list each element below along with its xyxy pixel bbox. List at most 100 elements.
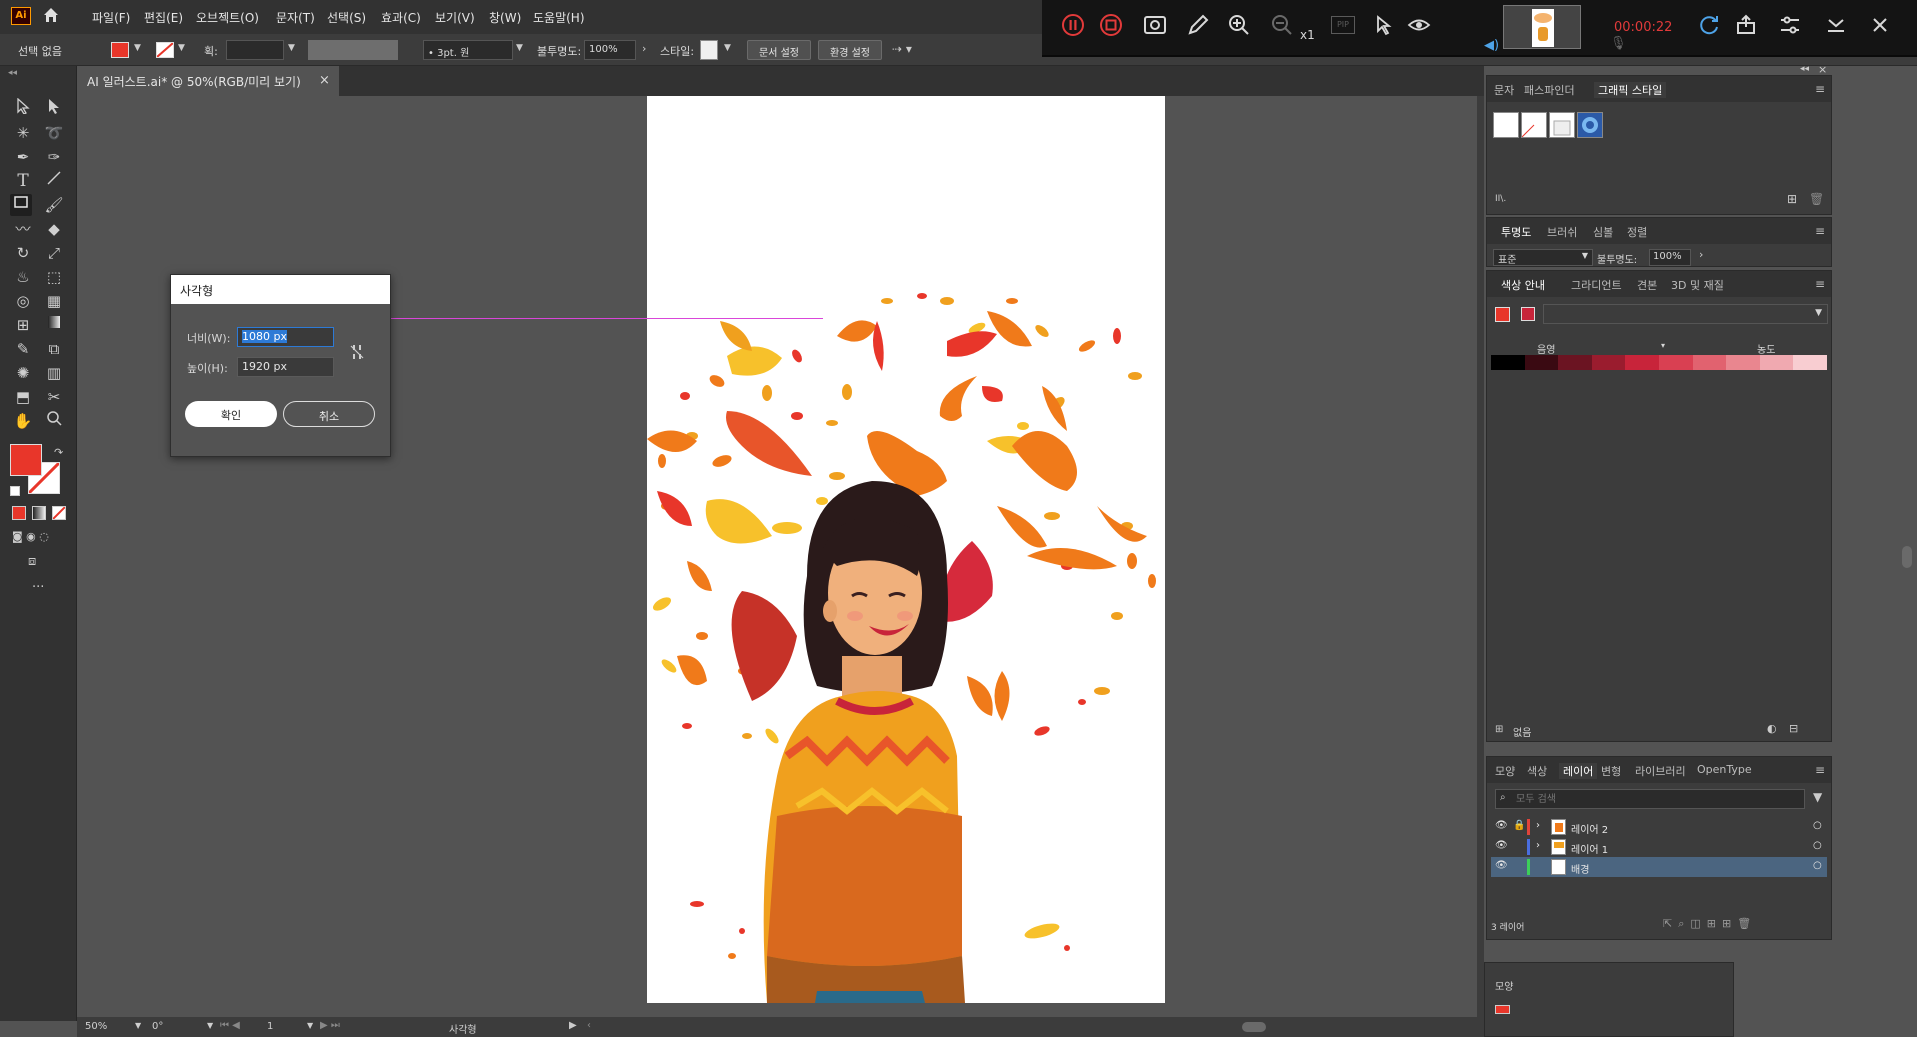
chevron-right-icon[interactable]: ›: [1699, 248, 1703, 261]
guide-swatch[interactable]: [1524, 355, 1559, 370]
collapse-icon[interactable]: [1823, 13, 1849, 39]
color-wheel-icon[interactable]: ◐: [1767, 722, 1777, 735]
tab-character[interactable]: 문자: [1494, 82, 1514, 98]
visibility-eye-icon[interactable]: 👁: [1495, 820, 1508, 831]
guide-swatch[interactable]: [1491, 355, 1525, 370]
stroke-weight-input[interactable]: [226, 40, 284, 60]
eye-effect-icon[interactable]: [1406, 13, 1432, 39]
menu-view[interactable]: 보기(V): [435, 9, 475, 26]
menu-select[interactable]: 선택(S): [327, 9, 366, 26]
lock-icon[interactable]: 🔒: [1513, 820, 1525, 831]
menu-edit[interactable]: 편집(E): [144, 9, 183, 26]
arrange-documents-icon[interactable]: ⇢ ▾: [892, 42, 912, 56]
layer-name[interactable]: 레이어 1: [1571, 841, 1608, 856]
filter-icon[interactable]: ▼: [1813, 790, 1822, 804]
collapse-toolbar-icon[interactable]: ◂◂: [8, 68, 17, 78]
warp-tool-icon[interactable]: ♨: [12, 266, 34, 288]
menu-window[interactable]: 창(W): [489, 9, 521, 26]
panel-menu-icon[interactable]: ≡: [1815, 224, 1825, 238]
none-mode-icon[interactable]: [52, 506, 66, 520]
visibility-eye-icon[interactable]: 👁: [1495, 860, 1508, 871]
fill-color-swatch[interactable]: [10, 444, 42, 476]
pencil-icon[interactable]: [1185, 13, 1211, 39]
column-graph-tool-icon[interactable]: ▥: [43, 362, 65, 384]
chevron-down-icon[interactable]: ▼: [135, 1021, 141, 1030]
tab-symbols[interactable]: 심볼: [1593, 224, 1613, 240]
guide-swatch[interactable]: [1658, 355, 1693, 370]
layer-row[interactable]: 👁 › 레이어 1 ○: [1491, 837, 1827, 857]
menu-help[interactable]: 도움말(H): [533, 9, 585, 26]
panel-menu-icon[interactable]: ≡: [1815, 277, 1825, 291]
perspective-grid-tool-icon[interactable]: ▦: [43, 290, 65, 312]
ok-button[interactable]: 확인: [185, 401, 277, 427]
line-tool-icon[interactable]: [43, 170, 65, 192]
artboard-number[interactable]: 1: [267, 1021, 273, 1032]
chevron-down-icon[interactable]: ▼: [307, 1021, 313, 1030]
tab-brushes[interactable]: 브러쉬: [1547, 224, 1577, 240]
eyedropper-tool-icon[interactable]: ✎: [12, 338, 34, 360]
paintbrush-tool-icon[interactable]: 🖌: [43, 194, 65, 216]
tab-swatches[interactable]: 견본: [1637, 277, 1657, 293]
pause-icon[interactable]: [1060, 13, 1086, 39]
pen-tool-icon[interactable]: ✒: [12, 146, 34, 168]
color-mode-icon[interactable]: [12, 506, 26, 520]
lasso-tool-icon[interactable]: ➰: [43, 122, 65, 144]
default-colors-icon[interactable]: [10, 486, 20, 496]
artboard-nav-next-icon[interactable]: ▶ ⏭: [320, 1020, 340, 1031]
scroll-left-icon[interactable]: ‹: [587, 1020, 591, 1031]
tab-layers[interactable]: 레이어: [1559, 763, 1598, 779]
type-tool-icon[interactable]: T: [12, 170, 34, 192]
layer-search-input[interactable]: [1516, 792, 1796, 806]
gradient-tool-icon[interactable]: [43, 314, 65, 336]
pip-button[interactable]: PIP: [1331, 16, 1355, 34]
document-setup-button[interactable]: 문서 설정: [747, 40, 811, 60]
tab-libraries[interactable]: 라이브러리: [1635, 763, 1686, 779]
link-unlink-icon[interactable]: [349, 343, 365, 364]
tab-opentype[interactable]: OpenType: [1697, 763, 1752, 776]
style-swatch[interactable]: [700, 40, 718, 60]
dock-scroll-thumb[interactable]: [1902, 546, 1912, 568]
blend-mode-select[interactable]: 표준 ▼: [1493, 249, 1593, 266]
chevron-down-icon[interactable]: ▼: [178, 43, 185, 53]
close-icon[interactable]: [1867, 13, 1893, 39]
layer-name[interactable]: 배경: [1571, 861, 1589, 876]
mesh-tool-icon[interactable]: ⊞: [12, 314, 34, 336]
direct-selection-tool-icon[interactable]: [43, 98, 65, 120]
guide-swatch[interactable]: [1726, 355, 1760, 370]
zoom-tool-icon[interactable]: [43, 410, 65, 432]
graphic-style-3[interactable]: [1549, 112, 1575, 138]
swatch-library-icon[interactable]: ⊞: [1495, 724, 1503, 735]
tab-transparency[interactable]: 투명도: [1501, 224, 1531, 240]
layer-row-selected[interactable]: 👁 배경 ○: [1491, 857, 1827, 877]
cursor-effect-icon[interactable]: [1369, 13, 1395, 39]
base-color-swatch[interactable]: [1495, 307, 1510, 322]
guide-swatch[interactable]: [1558, 355, 1592, 370]
slice-tool-icon[interactable]: ✂: [43, 386, 65, 408]
tab-align[interactable]: 정렬: [1627, 224, 1647, 240]
brush-definition[interactable]: • 3pt. 원: [423, 40, 513, 60]
artboard-nav-prev-icon[interactable]: ⏮ ◀: [220, 1020, 240, 1031]
magic-wand-tool-icon[interactable]: ✳: [12, 122, 34, 144]
document-tab[interactable]: AI 일러스트.ai* @ 50%(RGB/미리 보기) ×: [77, 66, 339, 96]
curvature-tool-icon[interactable]: ✑: [43, 146, 65, 168]
harmony-color-swatch[interactable]: [1521, 307, 1535, 321]
more-tools-icon[interactable]: ···: [32, 580, 44, 595]
menu-file[interactable]: 파일(F): [92, 9, 130, 26]
speaker-icon[interactable]: ◀): [1484, 38, 1499, 53]
graphic-style-2[interactable]: [1521, 112, 1547, 138]
cancel-button[interactable]: 취소: [283, 401, 375, 427]
chevron-down-icon[interactable]: ▼: [207, 1021, 213, 1030]
shape-builder-tool-icon[interactable]: ◎: [12, 290, 34, 312]
guide-swatch[interactable]: [1793, 355, 1827, 370]
panel-menu-icon[interactable]: ≡: [1815, 763, 1825, 777]
guide-swatch[interactable]: [1625, 355, 1659, 370]
height-field[interactable]: 1920 px: [237, 357, 334, 377]
hand-tool-icon[interactable]: ✋: [12, 410, 34, 432]
graphic-style-default[interactable]: [1493, 112, 1519, 138]
tab-appearance[interactable]: 모양: [1495, 763, 1515, 779]
stop-icon[interactable]: [1098, 13, 1124, 39]
settings-icon[interactable]: [1777, 13, 1803, 39]
layer-search-box[interactable]: ⌕: [1495, 789, 1805, 809]
dock-collapse-icon[interactable]: ◂◂: [1800, 64, 1809, 74]
canvas-area[interactable]: [77, 96, 1484, 1021]
